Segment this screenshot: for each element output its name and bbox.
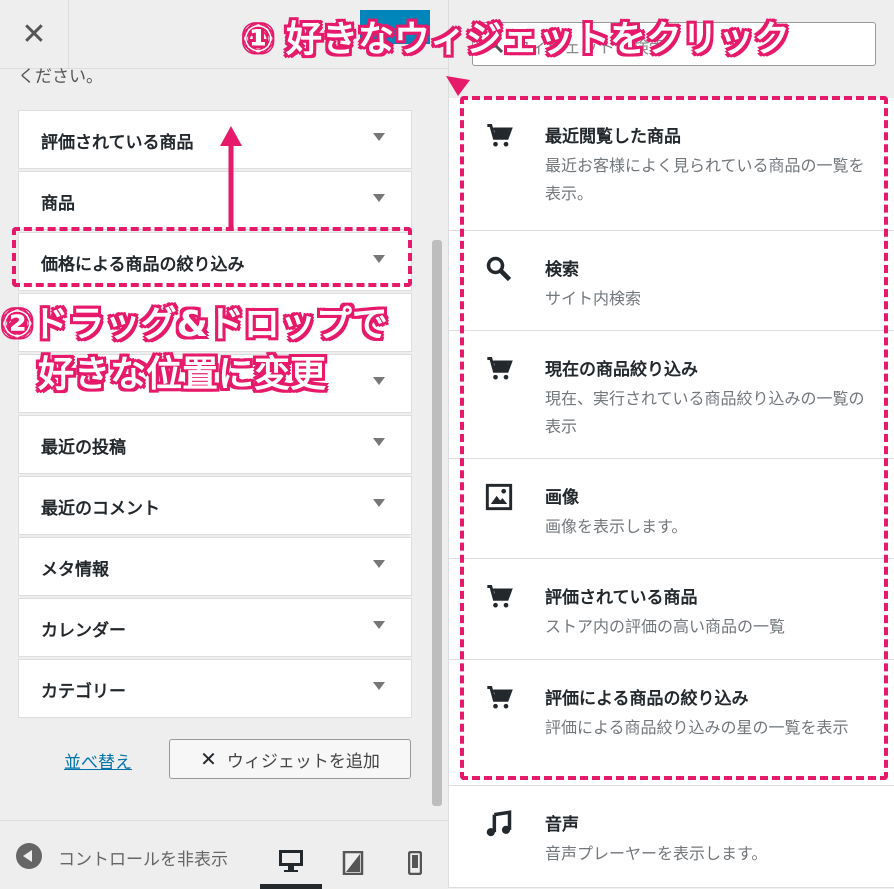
annotation-step2: ②ドラッグ&ドロップで 好きな位置に変更 xyxy=(2,300,388,400)
arrow-up-head xyxy=(220,126,242,146)
annotation-arrows xyxy=(220,76,470,228)
annotation-step1: ① 好きなウィジェットをクリック xyxy=(243,19,791,60)
annotation-step2-line1: ②ドラッグ&ドロップで xyxy=(2,304,388,345)
annotation-step2-line2: 好きな位置に変更 xyxy=(38,354,327,395)
arrow-pointer xyxy=(446,76,470,96)
